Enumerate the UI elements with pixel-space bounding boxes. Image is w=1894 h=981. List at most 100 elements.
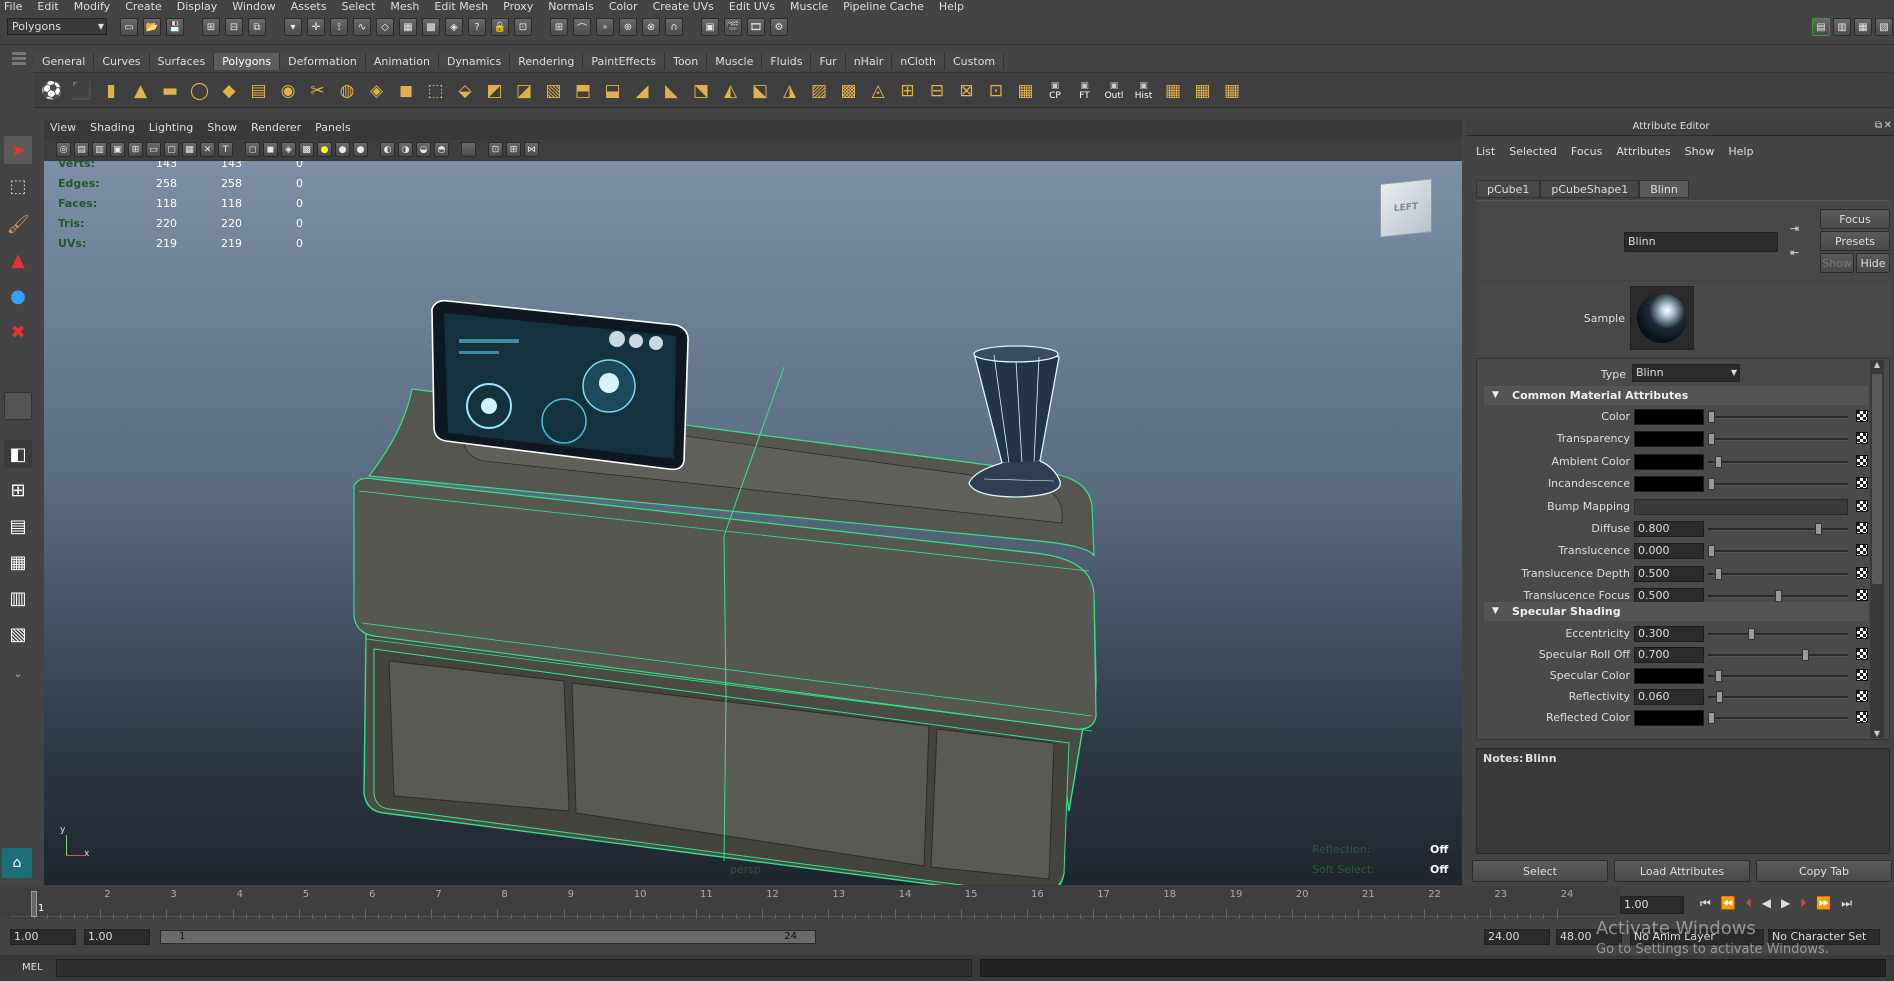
select-hierarchy-icon[interactable]: ⊞ <box>202 18 220 36</box>
shelf-collapse-icon[interactable]: ▨ <box>805 77 833 105</box>
filter-icon[interactable]: ▾ <box>284 18 302 36</box>
camera-attributes-icon[interactable]: ▤ <box>74 142 89 157</box>
focus-button[interactable]: Focus <box>1820 209 1890 229</box>
shelf-tab-polygons[interactable]: Polygons <box>214 53 281 70</box>
textured-icon[interactable]: ▩ <box>299 142 314 157</box>
shelf-tab-animation[interactable]: Animation <box>365 53 439 70</box>
attr-color-swatch[interactable] <box>1634 431 1704 448</box>
viewport-menu-show[interactable]: Show <box>207 121 237 138</box>
ae-tab-pcubeshape1[interactable]: pCubeShape1 <box>1540 180 1640 198</box>
four-view-layout-icon[interactable]: ⊞ <box>4 476 32 504</box>
open-scene-icon[interactable]: 📂 <box>143 18 161 36</box>
shelf-cylindrical-map-icon[interactable]: ⊟ <box>923 77 951 105</box>
command-language-label[interactable]: MEL <box>22 962 43 973</box>
step-forward-key-icon[interactable]: ⏩ <box>1816 896 1831 911</box>
shelf-uv-snapshot-icon[interactable]: ▦ <box>1189 77 1217 105</box>
shelf-tab-surfaces[interactable]: Surfaces <box>149 53 215 70</box>
bookmarks-icon[interactable]: ▥ <box>92 142 107 157</box>
motion-blur-icon[interactable]: ◒ <box>416 142 431 157</box>
attr-color-swatch[interactable] <box>1634 710 1704 726</box>
viewport-menu-view[interactable]: View <box>50 121 76 138</box>
menu-pipeline-cache[interactable]: Pipeline Cache <box>843 0 924 13</box>
slider-handle[interactable] <box>1708 712 1715 724</box>
specular-shading-section[interactable]: ▼ Specular Shading <box>1484 602 1868 621</box>
ae-menu-list[interactable]: List <box>1476 145 1495 158</box>
shelf-spherical-map-icon[interactable]: ⊠ <box>953 77 981 105</box>
single-perspective-layout-icon[interactable]: ◧ <box>4 440 32 468</box>
snap-point-icon[interactable]: ∘ <box>596 18 614 36</box>
select-joints-icon[interactable]: ⟟ <box>330 18 348 36</box>
persp-graph-layout-icon[interactable]: ▦ <box>4 548 32 576</box>
attr-value-field[interactable]: 0.000 <box>1634 543 1704 560</box>
render-view-icon[interactable]: ▣ <box>701 18 719 36</box>
shelf-cone-icon[interactable]: ▲ <box>127 77 155 105</box>
menu-edit[interactable]: Edit <box>37 0 58 13</box>
lock-selection-icon[interactable]: 🔒 <box>491 18 509 36</box>
shelf-bool-union-icon[interactable]: ◩ <box>481 77 509 105</box>
menu-normals[interactable]: Normals <box>548 0 594 13</box>
highlight-selection-icon[interactable]: ⊡ <box>514 18 532 36</box>
hide-button[interactable]: Hide <box>1856 253 1890 273</box>
menu-mesh[interactable]: Mesh <box>390 0 419 13</box>
attr-value-field[interactable]: 0.060 <box>1634 689 1704 705</box>
slider-handle[interactable] <box>1801 649 1809 661</box>
select-curves-icon[interactable]: ∿ <box>353 18 371 36</box>
render-settings-icon[interactable]: ⚙ <box>770 18 788 36</box>
input-connection-icon[interactable]: ⇥ <box>1790 222 1799 235</box>
shelf-uv-editor-icon[interactable]: ▦ <box>1012 77 1040 105</box>
menu-assets[interactable]: Assets <box>291 0 327 13</box>
load-attributes-button[interactable]: Load Attributes <box>1614 860 1750 882</box>
go-to-start-icon[interactable]: ⏮ <box>1700 896 1711 911</box>
close-icon[interactable]: ✕ <box>1884 120 1892 131</box>
float-icon[interactable]: ⧉ <box>1875 120 1882 131</box>
select-dynamics-icon[interactable]: ▩ <box>422 18 440 36</box>
isolate-select-icon[interactable]: ⬚ <box>461 142 476 157</box>
map-button-icon[interactable] <box>1856 589 1868 602</box>
safe-action-icon[interactable]: ▦ <box>182 142 197 157</box>
attr-slider[interactable] <box>1708 478 1848 491</box>
shelf-prism-icon[interactable]: ◆ <box>215 77 243 105</box>
shelf-tab-curves[interactable]: Curves <box>94 53 150 70</box>
field-chart-icon[interactable]: ✕ <box>200 142 215 157</box>
shelf-cp-icon[interactable]: ▣ CP <box>1041 77 1069 105</box>
shelf-insert-loop-icon[interactable]: ◭ <box>717 77 745 105</box>
render-frame-icon[interactable]: 🎬 <box>724 18 742 36</box>
shelf-cylinder-icon[interactable]: ▮ <box>97 77 125 105</box>
command-input[interactable] <box>56 959 972 977</box>
snap-live-icon[interactable]: ⊗ <box>642 18 660 36</box>
shelf-mirror-icon[interactable]: ⬒ <box>569 77 597 105</box>
scroll-thumb[interactable] <box>1872 374 1882 584</box>
perspective-viewport[interactable]: Verts: 143 143 0 Edges: 258 258 0 Faces: 118 118 0 T… <box>44 161 1462 885</box>
shelf-tab-painteffects[interactable]: PaintEffects <box>583 53 665 70</box>
map-button-icon[interactable] <box>1856 432 1868 445</box>
last-tool-icon[interactable] <box>4 392 32 420</box>
shelf-outl-icon[interactable]: ▣ Outl <box>1100 77 1128 105</box>
shelf-tab-fur[interactable]: Fur <box>811 53 846 70</box>
scale-tool-icon[interactable]: ✖ <box>4 318 32 346</box>
playback-start-field[interactable]: 1.00 <box>84 929 150 945</box>
shelf-tab-muscle[interactable]: Muscle <box>707 53 763 70</box>
viewport-menu-panels[interactable]: Panels <box>315 121 350 138</box>
shelf-texture-tools-icon[interactable]: ▦ <box>1218 77 1246 105</box>
toggle-channel-box-icon[interactable]: ▥ <box>1833 18 1851 36</box>
map-button-icon[interactable] <box>1856 454 1868 467</box>
map-button-icon[interactable] <box>1856 522 1868 534</box>
attr-slider[interactable] <box>1708 455 1848 468</box>
menu-edit-uvs[interactable]: Edit UVs <box>729 0 775 13</box>
ae-menu-focus[interactable]: Focus <box>1571 145 1602 158</box>
menu-window[interactable]: Window <box>232 0 275 13</box>
persp-graph-hypershade-layout-icon[interactable]: ▧ <box>4 620 32 648</box>
toggle-toolbox-icon[interactable]: ▤ <box>1812 18 1830 36</box>
viewport-menu-shading[interactable]: Shading <box>90 121 135 138</box>
shelf-tab-fluids[interactable]: Fluids <box>762 53 812 70</box>
attr-slider[interactable] <box>1708 590 1848 603</box>
shelf-tab-dynamics[interactable]: Dynamics <box>438 53 511 70</box>
safe-title-icon[interactable]: T <box>218 142 233 157</box>
select-deformers-icon[interactable]: ▦ <box>399 18 417 36</box>
shelf-tab-nhair[interactable]: nHair <box>845 53 893 70</box>
attr-empty-field[interactable] <box>1634 498 1848 515</box>
shelf-tab-deformation[interactable]: Deformation <box>280 53 366 70</box>
shelf-cube-icon[interactable]: ⬛ <box>68 77 96 105</box>
ae-menu-show[interactable]: Show <box>1685 145 1715 158</box>
select-object-icon[interactable]: ⊟ <box>225 18 243 36</box>
